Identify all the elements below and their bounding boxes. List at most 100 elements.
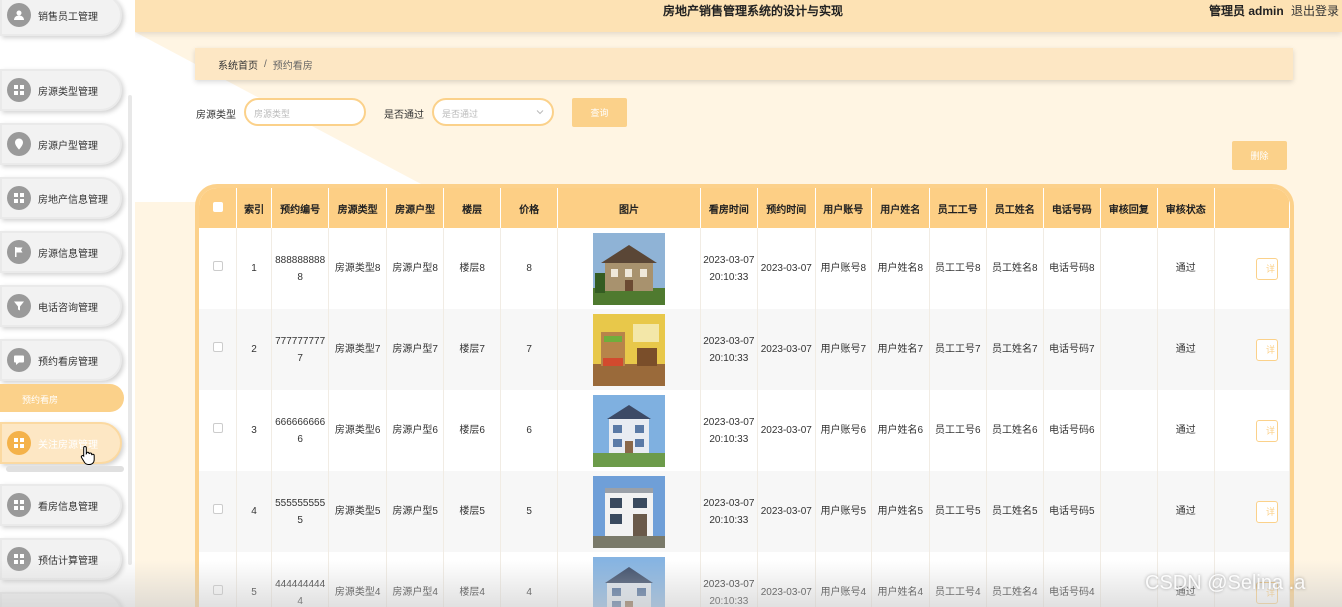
col-header[interactable]: 楼层: [443, 188, 501, 228]
sidebar-item-phone-consult[interactable]: 电话咨询管理: [0, 285, 122, 327]
sidebar-item-estimate[interactable]: 预估计算管理: [0, 538, 122, 580]
status-cell: 通过: [1157, 228, 1216, 309]
sidebar-item-label: 电话咨询管理: [38, 302, 98, 314]
staff-no-cell: 员工工号6: [929, 390, 988, 471]
house-photo[interactable]: [592, 556, 665, 607]
row-checkbox[interactable]: [212, 585, 223, 595]
sidebar-item-sales-staff[interactable]: 销售员工管理: [0, 0, 122, 36]
sidebar-item-house-layout[interactable]: 房源户型管理: [0, 123, 122, 165]
sidebar-item-label: 预估计算管理: [38, 555, 98, 567]
col-header[interactable]: 员工工号: [929, 188, 988, 228]
col-header-actions: [1214, 188, 1290, 228]
col-header[interactable]: 电话号码: [1043, 188, 1102, 228]
watermark: CSDN @Selina .a: [1145, 572, 1306, 594]
col-header[interactable]: 价格: [500, 188, 559, 228]
sidebar-item-label: 房源类型管理: [38, 86, 98, 98]
col-header[interactable]: 员工姓名: [986, 188, 1044, 228]
house-photo[interactable]: [592, 394, 665, 467]
col-header[interactable]: 看房时间: [700, 188, 759, 228]
funnel-icon: [7, 294, 31, 318]
col-header[interactable]: 房源户型: [386, 188, 445, 228]
pass-status-select[interactable]: 是否通过: [432, 98, 554, 126]
account-cell: 用户账号8: [815, 228, 873, 309]
user-name-cell: 用户姓名4: [871, 552, 930, 607]
status-cell: 通过: [1157, 390, 1216, 471]
row-checkbox[interactable]: [212, 261, 223, 271]
sidebar-item-more[interactable]: [0, 592, 122, 607]
phone-cell: 电话号码8: [1043, 228, 1102, 309]
index-cell: 1: [236, 228, 272, 309]
col-header[interactable]: 图片: [557, 188, 701, 228]
detail-button[interactable]: 详: [1256, 419, 1279, 442]
user-name-cell: 用户姓名7: [871, 309, 930, 390]
room-photo[interactable]: [592, 313, 665, 386]
booking-table: 索引 预约编号 房源类型 房源户型 楼层 价格 图片 看房时间 预约时间 用户账…: [195, 184, 1294, 607]
table-row[interactable]: 1 8888888888 房源类型8 房源户型8 楼层8 8 2023-03-0…: [199, 228, 1290, 309]
staff-no-cell: 员工工号4: [929, 552, 988, 607]
house-type-cell: 房源类型6: [328, 390, 387, 471]
row-checkbox[interactable]: [212, 342, 223, 352]
query-button[interactable]: 查询: [572, 98, 627, 127]
sidebar-item-label: 房源信息管理: [38, 248, 98, 260]
row-select-cell: [199, 471, 238, 552]
actions-cell: 详: [1214, 228, 1290, 309]
reply-cell: [1100, 309, 1158, 390]
col-header[interactable]: 审核状态: [1157, 188, 1216, 228]
layout-cell: 房源户型4: [386, 552, 445, 607]
select-all-checkbox[interactable]: [212, 201, 223, 212]
layout-cell: 房源户型6: [386, 390, 445, 471]
booking-time-cell: 2023-03-07: [757, 228, 816, 309]
status-cell: 通过: [1157, 471, 1216, 552]
floor-cell: 楼层4: [443, 552, 501, 607]
delete-button[interactable]: 删除: [1232, 141, 1287, 170]
table-row[interactable]: 5 4444444444 房源类型4 房源户型4 楼层4 4 2023-03-0…: [199, 552, 1290, 607]
sidebar-item-booking-manage[interactable]: 预约看房管理: [0, 339, 122, 381]
sidebar-scrollbar[interactable]: [128, 95, 132, 565]
detail-button[interactable]: 详: [1256, 338, 1279, 361]
price-cell: 6: [500, 390, 559, 471]
chevron-down-icon: [536, 110, 544, 115]
col-header[interactable]: 用户姓名: [871, 188, 930, 228]
sidebar-subitem-booking[interactable]: 预约看房: [0, 384, 124, 412]
breadcrumb-home[interactable]: 系统首页: [218, 57, 258, 72]
layout-cell: 房源户型5: [386, 471, 445, 552]
col-header[interactable]: 用户账号: [815, 188, 873, 228]
col-header[interactable]: 审核回复: [1100, 188, 1158, 228]
booking-time-cell: 2023-03-07: [757, 471, 816, 552]
sidebar-item-house-info[interactable]: 房源信息管理: [0, 231, 122, 273]
table-row[interactable]: 3 6666666666 房源类型6 房源户型6 楼层6 6 2023-03-0…: [199, 390, 1290, 471]
image-cell: [557, 471, 701, 552]
house-type-cell: 房源类型8: [328, 228, 387, 309]
sidebar-item-viewing-info[interactable]: 看房信息管理: [0, 484, 122, 526]
detail-button[interactable]: 详: [1256, 257, 1279, 280]
col-header[interactable]: 预约编号: [271, 188, 330, 228]
sidebar: 销售员工管理 房源类型管理 房源户型管理 房地产信息管理 房源信息管理 电话咨询…: [0, 0, 135, 607]
col-header[interactable]: 预约时间: [757, 188, 816, 228]
house-type-input[interactable]: 房源类型: [244, 98, 366, 126]
house-photo[interactable]: [592, 475, 665, 548]
hand-cursor-icon: [80, 445, 95, 465]
row-checkbox[interactable]: [212, 423, 223, 433]
select-all-cell: [199, 188, 238, 228]
house-type-cell: 房源类型4: [328, 552, 387, 607]
phone-cell: 电话号码5: [1043, 471, 1102, 552]
account-cell: 用户账号6: [815, 390, 873, 471]
sidebar-item-real-estate[interactable]: 房地产信息管理: [0, 177, 122, 219]
sidebar-item-follow-house[interactable]: 关注房源管理: [0, 422, 122, 464]
staff-name-cell: 员工姓名4: [986, 552, 1044, 607]
detail-button[interactable]: 详: [1256, 500, 1279, 523]
table-row[interactable]: 4 5555555555 房源类型5 房源户型5 楼层5 5 2023-03-0…: [199, 471, 1290, 552]
col-header[interactable]: 索引: [236, 188, 272, 228]
house-photo[interactable]: [592, 232, 665, 305]
sidebar-item-house-type[interactable]: 房源类型管理: [0, 69, 122, 111]
table-row[interactable]: 2 7777777777 房源类型7 房源户型7 楼层7 7 2023-03-0…: [199, 309, 1290, 390]
sidebar-item-label: 房地产信息管理: [38, 194, 108, 206]
staff-name-cell: 员工姓名8: [986, 228, 1044, 309]
pin-icon: [7, 132, 31, 156]
price-cell: 8: [500, 228, 559, 309]
col-header[interactable]: 房源类型: [328, 188, 387, 228]
logout-link[interactable]: 退出登录: [1291, 2, 1339, 19]
row-checkbox[interactable]: [212, 504, 223, 514]
index-cell: 4: [236, 471, 272, 552]
sidebar-item-label: 销售员工管理: [38, 11, 98, 23]
